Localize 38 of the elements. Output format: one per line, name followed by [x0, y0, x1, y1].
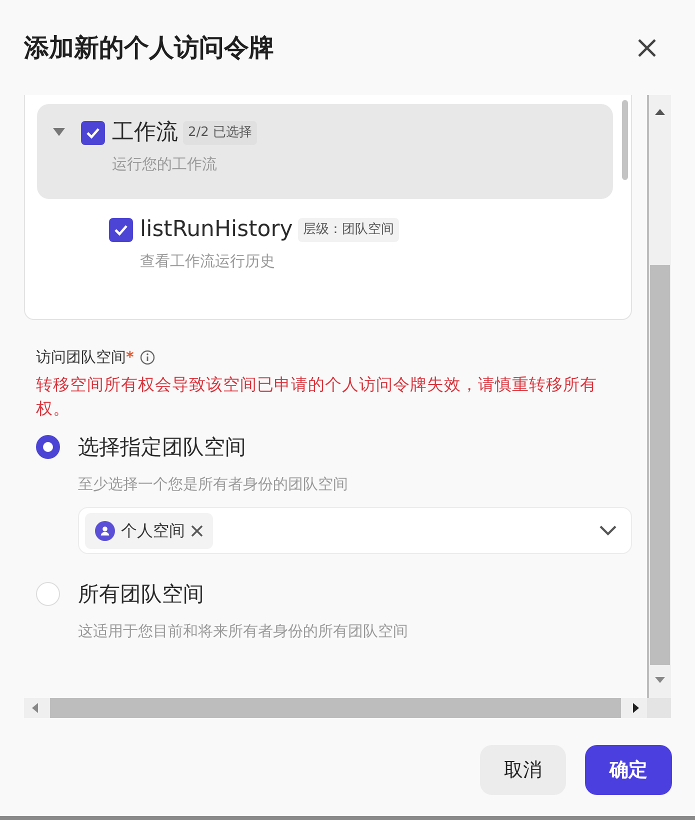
option-label: 选择指定团队空间: [78, 434, 247, 460]
required-mark: *: [126, 347, 134, 368]
scroll-down-icon[interactable]: [655, 677, 666, 683]
checkbox[interactable]: [109, 218, 133, 242]
radio-button[interactable]: [36, 434, 60, 458]
scroll-left-icon[interactable]: [32, 703, 38, 713]
tag-label: 个人空间: [121, 520, 185, 542]
dialog-title: 添加新的个人访问令牌: [24, 32, 274, 64]
vertical-scrollbar[interactable]: [647, 95, 671, 698]
chevron-down-icon[interactable]: [599, 525, 617, 536]
level-badge: 层级：团队空间: [298, 218, 399, 242]
scroll-right-icon[interactable]: [633, 703, 640, 713]
cancel-button[interactable]: 取消: [480, 745, 566, 795]
info-icon[interactable]: [140, 350, 155, 365]
remove-icon[interactable]: [191, 524, 203, 536]
selected-count-badge: 2/2 已选择: [183, 121, 258, 145]
team-space-select[interactable]: 个人空间: [78, 507, 632, 554]
check-icon: [86, 127, 100, 139]
option-description: 这适用于您目前和将来所有者身份的所有团队空间: [78, 621, 409, 642]
option-description: 至少选择一个您是所有者身份的团队空间: [78, 474, 349, 494]
permission-name: 工作流: [112, 119, 178, 147]
user-avatar-icon: [95, 520, 115, 540]
collapse-caret-icon[interactable]: [53, 128, 65, 136]
option-label: 所有团队空间: [78, 581, 205, 608]
close-icon[interactable]: [637, 38, 657, 58]
card-scrollbar[interactable]: [622, 100, 628, 180]
permission-description: 运行您的工作流: [112, 154, 218, 175]
confirm-button[interactable]: 确定: [585, 745, 672, 795]
warning-text: 转移空间所有权会导致该空间已申请的个人访问令牌失效，请慎重转移所有权。: [35, 374, 598, 420]
checkbox[interactable]: [81, 121, 105, 145]
permission-name: listRunHistory: [140, 216, 293, 244]
permission-group-row[interactable]: 工作流 2/2 已选择 运行您的工作流: [37, 104, 613, 199]
permission-description: 查看工作流运行历史: [140, 251, 276, 272]
check-icon: [114, 224, 128, 236]
scrollbar-corner: [647, 698, 671, 718]
field-label: 访问团队空间: [36, 347, 126, 368]
horizontal-scrollbar[interactable]: [24, 698, 648, 718]
scroll-up-icon[interactable]: [655, 109, 666, 115]
